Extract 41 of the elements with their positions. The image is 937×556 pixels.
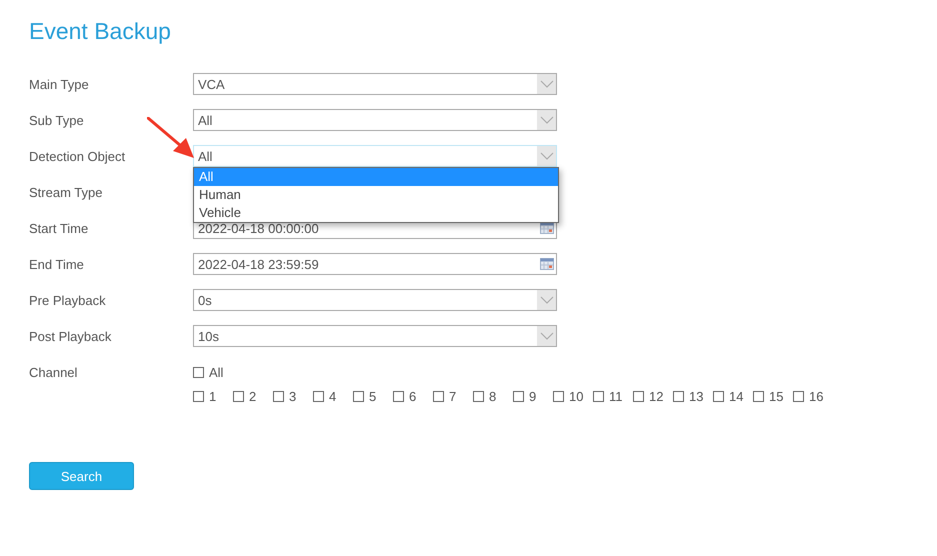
dropdown-option[interactable]: Human <box>194 186 558 204</box>
calendar-icon[interactable] <box>540 258 554 270</box>
checkbox[interactable]: 1 <box>193 388 233 404</box>
checkbox[interactable]: 16 <box>793 388 833 404</box>
field-label: Pre Playback <box>29 292 107 308</box>
checkbox[interactable]: 10 <box>553 388 593 404</box>
field-label: Sub Type <box>29 112 85 128</box>
checkbox[interactable]: 6 <box>393 388 433 404</box>
date-field[interactable]: 2022-04-18 23:59:59 <box>193 253 557 275</box>
caret-icon <box>537 74 556 94</box>
dropdown-field[interactable]: All <box>193 109 557 131</box>
checkbox[interactable]: 14 <box>713 388 753 404</box>
field-label: Start Time <box>29 220 90 236</box>
arrow-drawing <box>147 117 197 159</box>
checkbox[interactable]: 5 <box>353 388 393 404</box>
checkbox[interactable]: 3 <box>273 388 313 404</box>
checkbox[interactable]: 12 <box>633 388 673 404</box>
field-label: Main Type <box>29 76 90 92</box>
checkbox[interactable]: All <box>193 364 224 380</box>
caret-icon <box>537 146 556 166</box>
caret-icon <box>537 326 556 346</box>
dropdown-field[interactable]: VCA <box>193 73 557 95</box>
caret-icon <box>537 110 556 130</box>
checkbox[interactable]: 2 <box>233 388 273 404</box>
checkbox[interactable]: 4 <box>313 388 353 404</box>
calendar-icon[interactable] <box>540 222 554 234</box>
checkbox[interactable]: 11 <box>593 388 633 404</box>
dropdown-field[interactable]: 10s <box>193 325 557 347</box>
field-label: Post Playback <box>29 328 112 344</box>
dropdown-field[interactable]: 0s <box>193 289 557 311</box>
checkbox[interactable]: 15 <box>753 388 793 404</box>
field-label: End Time <box>29 256 85 272</box>
page-title: Event Backup <box>29 17 172 46</box>
field-label: Detection Object <box>29 148 126 164</box>
checkbox[interactable]: 9 <box>513 388 553 404</box>
field-label: Stream Type <box>29 184 104 200</box>
field-label: Channel <box>29 364 78 380</box>
checkbox[interactable]: 7 <box>433 388 473 404</box>
checkbox[interactable]: 8 <box>473 388 513 404</box>
checkbox[interactable]: 13 <box>673 388 713 404</box>
caret-icon <box>537 290 556 310</box>
